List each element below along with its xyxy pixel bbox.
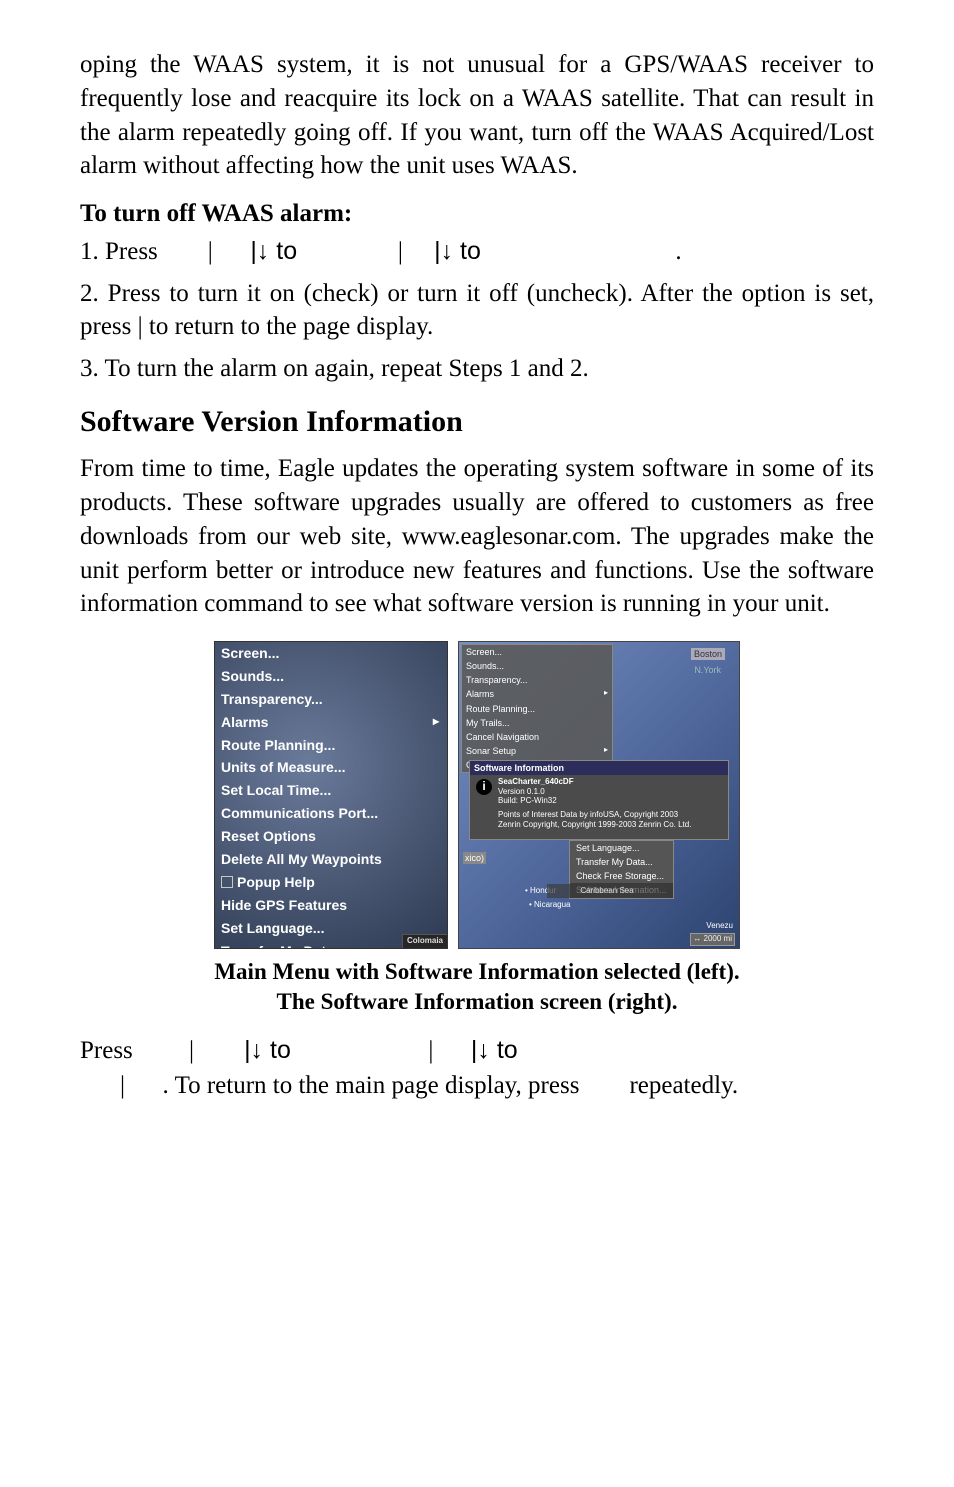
map-label-nyork: N.York <box>694 664 721 676</box>
swinfo-version: Version 0.1.0 <box>498 787 724 797</box>
menu-item-popup-help[interactable]: Popup Help <box>215 871 447 894</box>
menu-alarms-label: Alarms <box>221 714 268 730</box>
submenu-arrow-icon: ▸ <box>433 713 439 729</box>
step1-arrow2: |↓ to <box>434 237 488 265</box>
menu-item-reset-options[interactable]: Reset Options <box>215 825 447 848</box>
r-menu-cancel-navigation[interactable]: Cancel Navigation <box>462 730 612 744</box>
step1-bar2: | <box>398 238 409 265</box>
software-info-box: Software Information i SeaCharter_640cDF… <box>469 760 729 840</box>
figure-row: Screen... Sounds... Transparency... Alar… <box>80 641 874 949</box>
final-press: Press <box>80 1037 133 1064</box>
menu-item-alarms[interactable]: Alarms ▸ <box>215 711 447 734</box>
menu-item-delete-waypoints[interactable]: Delete All My Waypoints <box>215 848 447 871</box>
r-menu-alarms[interactable]: Alarms <box>462 687 612 701</box>
fig-left-footer-label: Colomaia <box>402 934 447 948</box>
figure-right-software-info-screen: Boston N.York Screen... Sounds... Transp… <box>458 641 740 949</box>
step1-prefix: 1. Press <box>80 238 164 265</box>
swinfo-product: SeaCharter_640cDF <box>498 777 574 786</box>
final-arrow1: |↓ to <box>244 1036 291 1064</box>
menu-item-units-of-measure[interactable]: Units of Measure... <box>215 756 447 779</box>
final-return-text: . To return to the main page display, pr… <box>163 1072 586 1099</box>
step-2: 2. Press to turn it on (check) or turn i… <box>80 277 874 345</box>
figure-left-main-menu: Screen... Sounds... Transparency... Alar… <box>214 641 448 949</box>
final-bar3: | <box>120 1072 125 1099</box>
final-instructions: Press | |↓ to | |↓ to | . To return to t… <box>80 1033 874 1103</box>
section-title-software-version: Software Version Information <box>80 402 874 443</box>
final-arrow2: |↓ to <box>471 1036 518 1064</box>
map-label-caribbean: Caribbean Sea <box>547 884 667 898</box>
r-menu-screen[interactable]: Screen... <box>462 645 612 659</box>
right-top-dropdown[interactable]: Screen... Sounds... Transparency... Alar… <box>461 644 613 773</box>
swinfo-build: Build: PC-Win32 <box>498 796 724 806</box>
r-menu-sounds[interactable]: Sounds... <box>462 659 612 673</box>
r-menu-transparency[interactable]: Transparency... <box>462 673 612 687</box>
map-label-boston: Boston <box>691 648 725 660</box>
caption-line-1: Main Menu with Software Information sele… <box>214 959 739 984</box>
sub-transfer-my-data[interactable]: Transfer My Data... <box>570 855 673 869</box>
r-menu-sonar-setup[interactable]: Sonar Setup <box>462 744 612 758</box>
final-repeatedly: repeatedly. <box>629 1072 738 1099</box>
info-icon: i <box>476 779 492 795</box>
map-label-venezu: Venezu <box>706 921 733 932</box>
final-bar2: | <box>428 1037 433 1064</box>
caption-line-2: The Software Information screen (right). <box>277 989 678 1014</box>
software-info-body: i SeaCharter_640cDF Version 0.1.0 Build:… <box>470 775 728 833</box>
menu-item-communications-port[interactable]: Communications Port... <box>215 802 447 825</box>
figure-caption: Main Menu with Software Information sele… <box>80 957 874 1017</box>
map-dot-nicaragua: • Nicaragua <box>529 900 571 911</box>
r-menu-my-trails[interactable]: My Trails... <box>462 716 612 730</box>
step-3: 3. To turn the alarm on again, repeat St… <box>80 352 874 386</box>
sub-check-free-storage[interactable]: Check Free Storage... <box>570 869 673 883</box>
swinfo-zenrin: Zenrin Copyright, Copyright 1999-2003 Ze… <box>498 820 724 830</box>
r-menu-route-planning[interactable]: Route Planning... <box>462 702 612 716</box>
step1-period: . <box>675 238 681 265</box>
step1-bar1: | <box>208 238 219 265</box>
step-1: 1. Press | |↓ to | |↓ to . <box>80 235 874 269</box>
intro-paragraph: oping the WAAS system, it is not unusual… <box>80 48 874 183</box>
menu-item-hide-gps-features[interactable]: Hide GPS Features <box>215 894 447 917</box>
sub-set-language[interactable]: Set Language... <box>570 841 673 855</box>
section-paragraph: From time to time, Eagle updates the ope… <box>80 452 874 621</box>
menu-item-screen[interactable]: Screen... <box>215 642 447 665</box>
final-bar1: | <box>189 1037 194 1064</box>
page-content: oping the WAAS system, it is not unusual… <box>0 0 954 1163</box>
software-info-title: Software Information <box>470 761 728 775</box>
menu-item-route-planning[interactable]: Route Planning... <box>215 734 447 757</box>
map-label-nicaragua: Nicaragua <box>534 900 570 909</box>
menu-item-transparency[interactable]: Transparency... <box>215 688 447 711</box>
map-scale-bar: ↔ 2000 mi <box>690 933 735 946</box>
menu-item-sounds[interactable]: Sounds... <box>215 665 447 688</box>
heading-turn-off-alarm: To turn off WAAS alarm: <box>80 197 874 231</box>
menu-item-set-local-time[interactable]: Set Local Time... <box>215 779 447 802</box>
step1-arrow1: |↓ to <box>250 237 304 265</box>
map-label-xico: xico) <box>463 852 486 864</box>
swinfo-poi: Points of Interest Data by infoUSA, Copy… <box>498 810 724 820</box>
